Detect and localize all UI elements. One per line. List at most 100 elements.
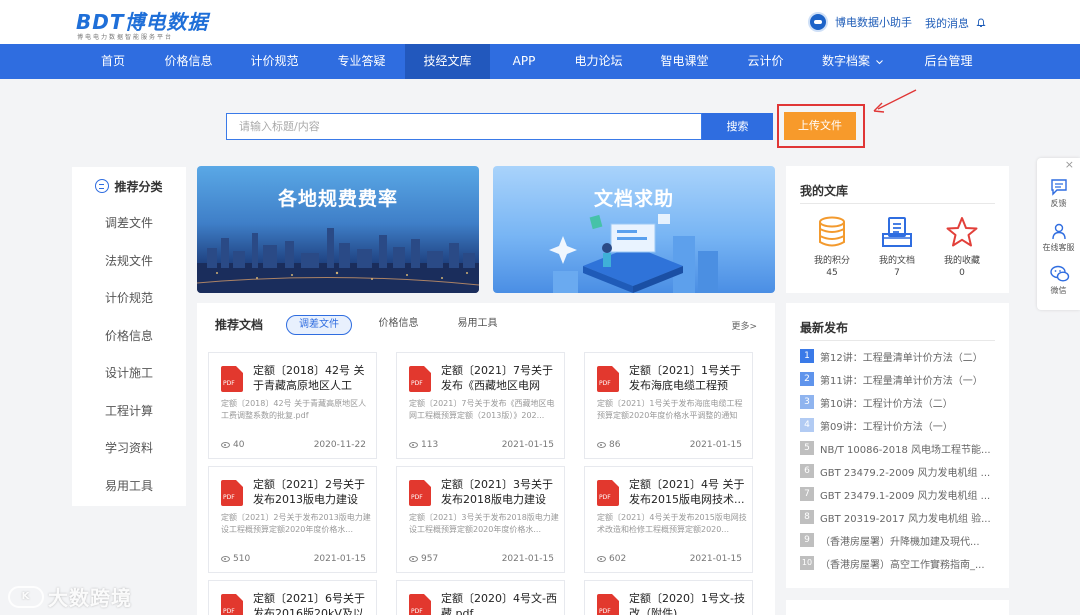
doc-date: 2021-01-15 <box>313 554 366 564</box>
doc-card[interactable]: 定额〔2020〕1号文-技改（附件) <box>584 580 753 615</box>
sidebar-item-price-info[interactable]: 价格信息 <box>72 318 186 356</box>
news-item[interactable]: 9 （香港房屋署）升降機加建及現代... <box>800 530 995 550</box>
recommended-header: 推荐文档 调差文件 价格信息 易用工具 更多> <box>197 303 775 345</box>
coins-icon <box>802 216 862 250</box>
banner-regional-fees[interactable]: 各地规费费率 <box>197 166 479 293</box>
chevron-down-icon <box>876 60 883 65</box>
library-points-label: 我的积分 <box>813 256 850 266</box>
nav-app[interactable]: APP <box>503 44 545 79</box>
doc-views: 510 <box>221 554 250 564</box>
news-item[interactable]: 4 第09讲：工程计价方法（一） <box>800 415 995 435</box>
news-item[interactable]: 2 第11讲：工程量清单计价方法（一） <box>800 369 995 389</box>
divider <box>800 203 995 204</box>
library-documents[interactable]: 我的文档 7 <box>867 216 927 278</box>
site-logo[interactable]: BDT博电数据 博电电力数据智能服务平台 <box>76 6 236 41</box>
upload-file-button[interactable]: 上传文件 <box>784 112 856 140</box>
doc-views: 40 <box>221 440 244 450</box>
online-service-button[interactable]: 在线客服 <box>1037 222 1080 253</box>
feedback-icon <box>1050 178 1068 196</box>
wechat-button[interactable]: 微信 <box>1037 265 1080 296</box>
close-icon[interactable]: × <box>1065 158 1074 171</box>
sidebar-item-design[interactable]: 设计施工 <box>72 355 186 393</box>
doc-date: 2021-01-15 <box>689 440 742 450</box>
doc-card[interactable]: 定额〔2021〕2号关于发布2013版电力建设工... 定额〔2021〕2号关于… <box>208 466 377 573</box>
nav-forum[interactable]: 电力论坛 <box>570 44 627 79</box>
nav-pricing-rules[interactable]: 计价规范 <box>246 44 303 79</box>
library-favorites[interactable]: 我的收藏 0 <box>932 216 992 278</box>
wechat-label: 微信 <box>1050 286 1067 295</box>
recommended-title: 推荐文档 <box>215 318 264 332</box>
news-text: 第11讲：工程量清单计价方法（一） <box>820 375 983 387</box>
doc-title: 定额〔2018〕42号 关于青藏高原地区人工费... <box>253 364 365 392</box>
floating-sidebar: × 反馈 在线客服 微信 <box>1037 158 1080 310</box>
nav-qa[interactable]: 专业答疑 <box>333 44 390 79</box>
doc-date: 2021-01-15 <box>501 554 554 564</box>
watermark-text: 大数跨境 <box>48 586 132 610</box>
rank-badge: 7 <box>800 487 814 501</box>
search-button[interactable]: 搜索 <box>702 113 773 140</box>
news-item[interactable]: 10 （香港房屋署）高空工作實務指南_... <box>800 553 995 573</box>
nav-home[interactable]: 首页 <box>86 44 140 79</box>
rank-badge: 1 <box>800 349 814 363</box>
news-text: 第09讲：工程计价方法（一） <box>820 421 953 433</box>
doc-views: 957 <box>409 554 438 564</box>
doc-card[interactable]: 定额〔2020〕4号文-西藏.pdf <box>396 580 565 615</box>
nav-library[interactable]: 技经文库 <box>405 44 490 79</box>
nav-digital-archive[interactable]: 数字档案 <box>820 44 872 79</box>
pdf-icon <box>409 594 431 615</box>
tab-tools[interactable]: 易用工具 <box>446 315 509 335</box>
feedback-button[interactable]: 反馈 <box>1037 178 1080 209</box>
doc-view-count: 602 <box>609 554 627 564</box>
news-item[interactable]: 7 GBT 23479.1-2009 风力发电机组 ... <box>800 484 995 504</box>
rank-badge: 6 <box>800 464 814 478</box>
nav-classroom[interactable]: 智电课堂 <box>656 44 713 79</box>
doc-card[interactable]: 定额〔2021〕6号关于发布2016版20kV及以 <box>208 580 377 615</box>
doc-card[interactable]: 定额〔2018〕42号 关于青藏高原地区人工费... 定额〔2018〕42号 关… <box>208 352 377 459</box>
nav-admin[interactable]: 后台管理 <box>920 44 977 79</box>
messages-link[interactable]: 我的消息 <box>925 15 986 31</box>
document-help-illustration <box>549 214 718 293</box>
my-library-panel: 我的文库 我的积分 45 我的文档 7 我的收藏 0 <box>786 166 1009 293</box>
pdf-icon <box>409 480 431 506</box>
doc-views: 86 <box>597 440 620 450</box>
more-link[interactable]: 更多> <box>731 319 757 332</box>
search-input[interactable]: 请输入标题/内容 <box>226 113 702 140</box>
doc-card[interactable]: 定额〔2021〕7号关于发布《西藏地区电网工... 定额〔2021〕7号关于发布… <box>396 352 565 459</box>
search-bar: 请输入标题/内容 搜索 <box>226 113 773 140</box>
tab-price-info[interactable]: 价格信息 <box>367 315 430 335</box>
watermark-logo-icon: K <box>8 585 44 608</box>
star-icon <box>932 216 992 250</box>
pdf-icon <box>597 594 619 615</box>
rank-badge: 3 <box>800 395 814 409</box>
sidebar-item-calculation[interactable]: 工程计算 <box>72 393 186 431</box>
doc-view-count: 957 <box>421 554 439 564</box>
library-points-count: 45 <box>826 268 838 278</box>
library-points[interactable]: 我的积分 45 <box>802 216 862 278</box>
doc-desc: 定额〔2021〕3号关于发布2018版电力建设工程概预算定额2020年度价格水.… <box>409 513 559 534</box>
doc-desc: 定额〔2021〕1号关于发布海底电缆工程预算定额2020年度价格水平调整的通知 <box>597 399 743 420</box>
eye-icon <box>597 556 606 562</box>
tab-adjustment[interactable]: 调差文件 <box>286 315 352 335</box>
news-item[interactable]: 8 GBT 20319-2017 风力发电机组 验... <box>800 507 995 527</box>
news-item[interactable]: 3 第10讲：工程计价方法（二） <box>800 392 995 412</box>
divider <box>800 340 995 341</box>
sidebar-item-adjustment[interactable]: 调差文件 <box>72 205 186 243</box>
banner-doc-help[interactable]: 文档求助 <box>493 166 775 293</box>
doc-card[interactable]: 定额〔2021〕4号 关于发布2015版电网技术... 定额〔2021〕4号关于… <box>584 466 753 573</box>
category-sidebar: 推荐分类 调差文件 法规文件 计价规范 价格信息 设计施工 工程计算 学习资料 … <box>72 167 186 506</box>
sidebar-item-pricing-rules[interactable]: 计价规范 <box>72 280 186 318</box>
news-item[interactable]: 1 第12讲：工程量清单计价方法（二） <box>800 346 995 366</box>
doc-card[interactable]: 定额〔2021〕1号关于发布海底电缆工程预算... 定额〔2021〕1号关于发布… <box>584 352 753 459</box>
doc-card[interactable]: 定额〔2021〕3号关于发布2018版电力建设工... 定额〔2021〕3号关于… <box>396 466 565 573</box>
sidebar-item-tools[interactable]: 易用工具 <box>72 468 186 506</box>
sidebar-item-regulations[interactable]: 法规文件 <box>72 243 186 281</box>
document-tray-icon <box>867 216 927 250</box>
doc-title: 定额〔2021〕1号关于发布海底电缆工程预算... <box>629 364 741 392</box>
nav-price-info[interactable]: 价格信息 <box>160 44 217 79</box>
assistant-link[interactable]: 博电数据小助手 <box>808 12 912 32</box>
nav-cloud-pricing[interactable]: 云计价 <box>743 44 788 79</box>
news-item[interactable]: 6 GBT 23479.2-2009 风力发电机组 ... <box>800 461 995 481</box>
city-skyline-image <box>197 228 479 293</box>
sidebar-item-learning[interactable]: 学习资料 <box>72 430 186 468</box>
news-item[interactable]: 5 NB/T 10086-2018 风电场工程节能... <box>800 438 995 458</box>
